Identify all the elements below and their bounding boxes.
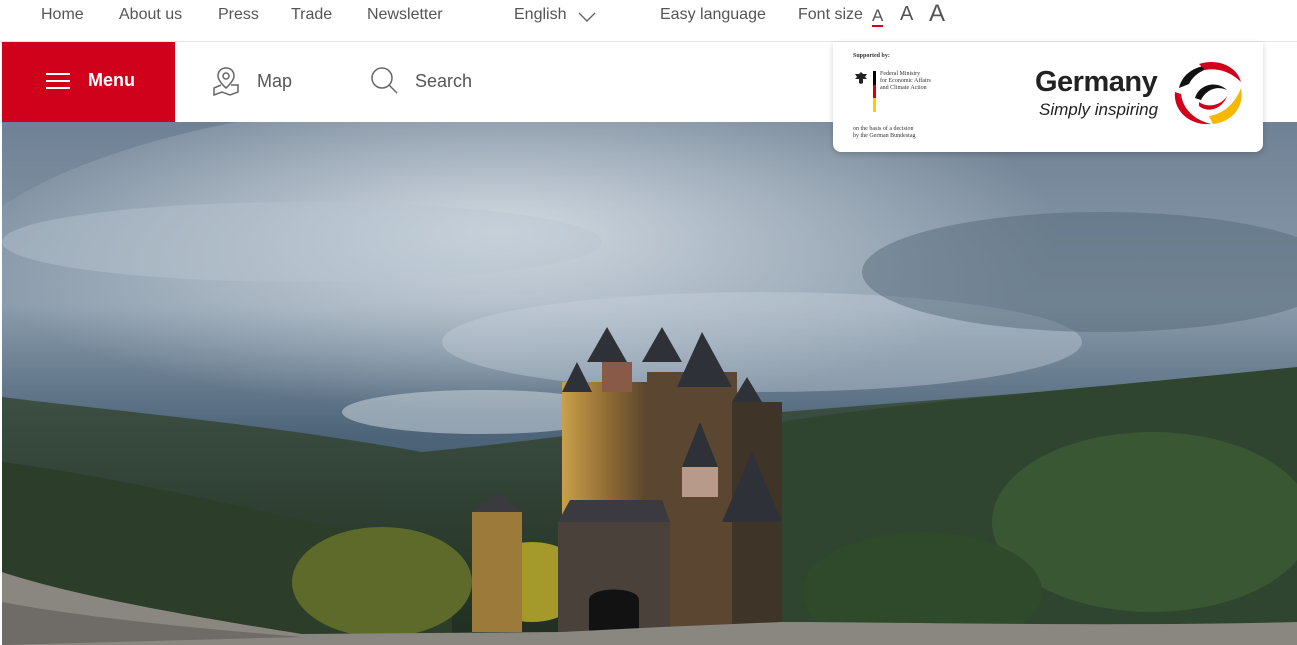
font-size-medium-button[interactable]: A bbox=[900, 3, 913, 26]
nav-link-trade[interactable]: Trade bbox=[291, 6, 332, 24]
menu-button[interactable]: Menu bbox=[2, 42, 175, 122]
ministry-name: Federal Ministry for Economic Affairs an… bbox=[880, 71, 931, 91]
bundestag-basis-text: on the basis of a decision by the German… bbox=[853, 126, 916, 139]
federal-eagle-icon bbox=[855, 72, 867, 84]
german-flag-bar bbox=[873, 71, 876, 112]
font-size-label: Font size bbox=[798, 6, 863, 23]
brand-tagline: Simply inspiring bbox=[1039, 100, 1159, 119]
hamburger-icon bbox=[46, 72, 70, 90]
brand-name: Germany bbox=[1035, 66, 1158, 98]
castle-hero-illustration bbox=[2, 122, 1297, 645]
language-selector-label: English bbox=[514, 6, 567, 23]
menu-button-label: Menu bbox=[88, 70, 135, 90]
search-button-label: Search bbox=[415, 71, 473, 91]
logo-card[interactable]: Supported by: Federal Ministry for Econo… bbox=[833, 42, 1263, 152]
font-size-small-button[interactable]: A bbox=[872, 6, 884, 27]
nav-link-home[interactable]: Home bbox=[41, 6, 84, 24]
language-selector[interactable]: English bbox=[514, 6, 596, 24]
nav-link-about-us[interactable]: About us bbox=[119, 6, 182, 24]
search-icon bbox=[371, 67, 398, 94]
chevron-down-icon bbox=[578, 12, 596, 22]
map-button-label: Map bbox=[257, 71, 293, 91]
supported-by-label: Supported by: bbox=[853, 53, 890, 59]
hero-image bbox=[2, 122, 1297, 645]
font-size-large-button[interactable]: A bbox=[929, 0, 945, 28]
nav-link-newsletter[interactable]: Newsletter bbox=[367, 6, 443, 24]
map-pin-icon bbox=[213, 67, 239, 96]
germany-brand-logo-icon bbox=[1174, 62, 1242, 125]
nav-link-press[interactable]: Press bbox=[218, 6, 259, 24]
easy-language-link[interactable]: Easy language bbox=[660, 6, 766, 24]
top-utility-bar: Home About us Press Trade Newsletter Eng… bbox=[0, 0, 1297, 42]
